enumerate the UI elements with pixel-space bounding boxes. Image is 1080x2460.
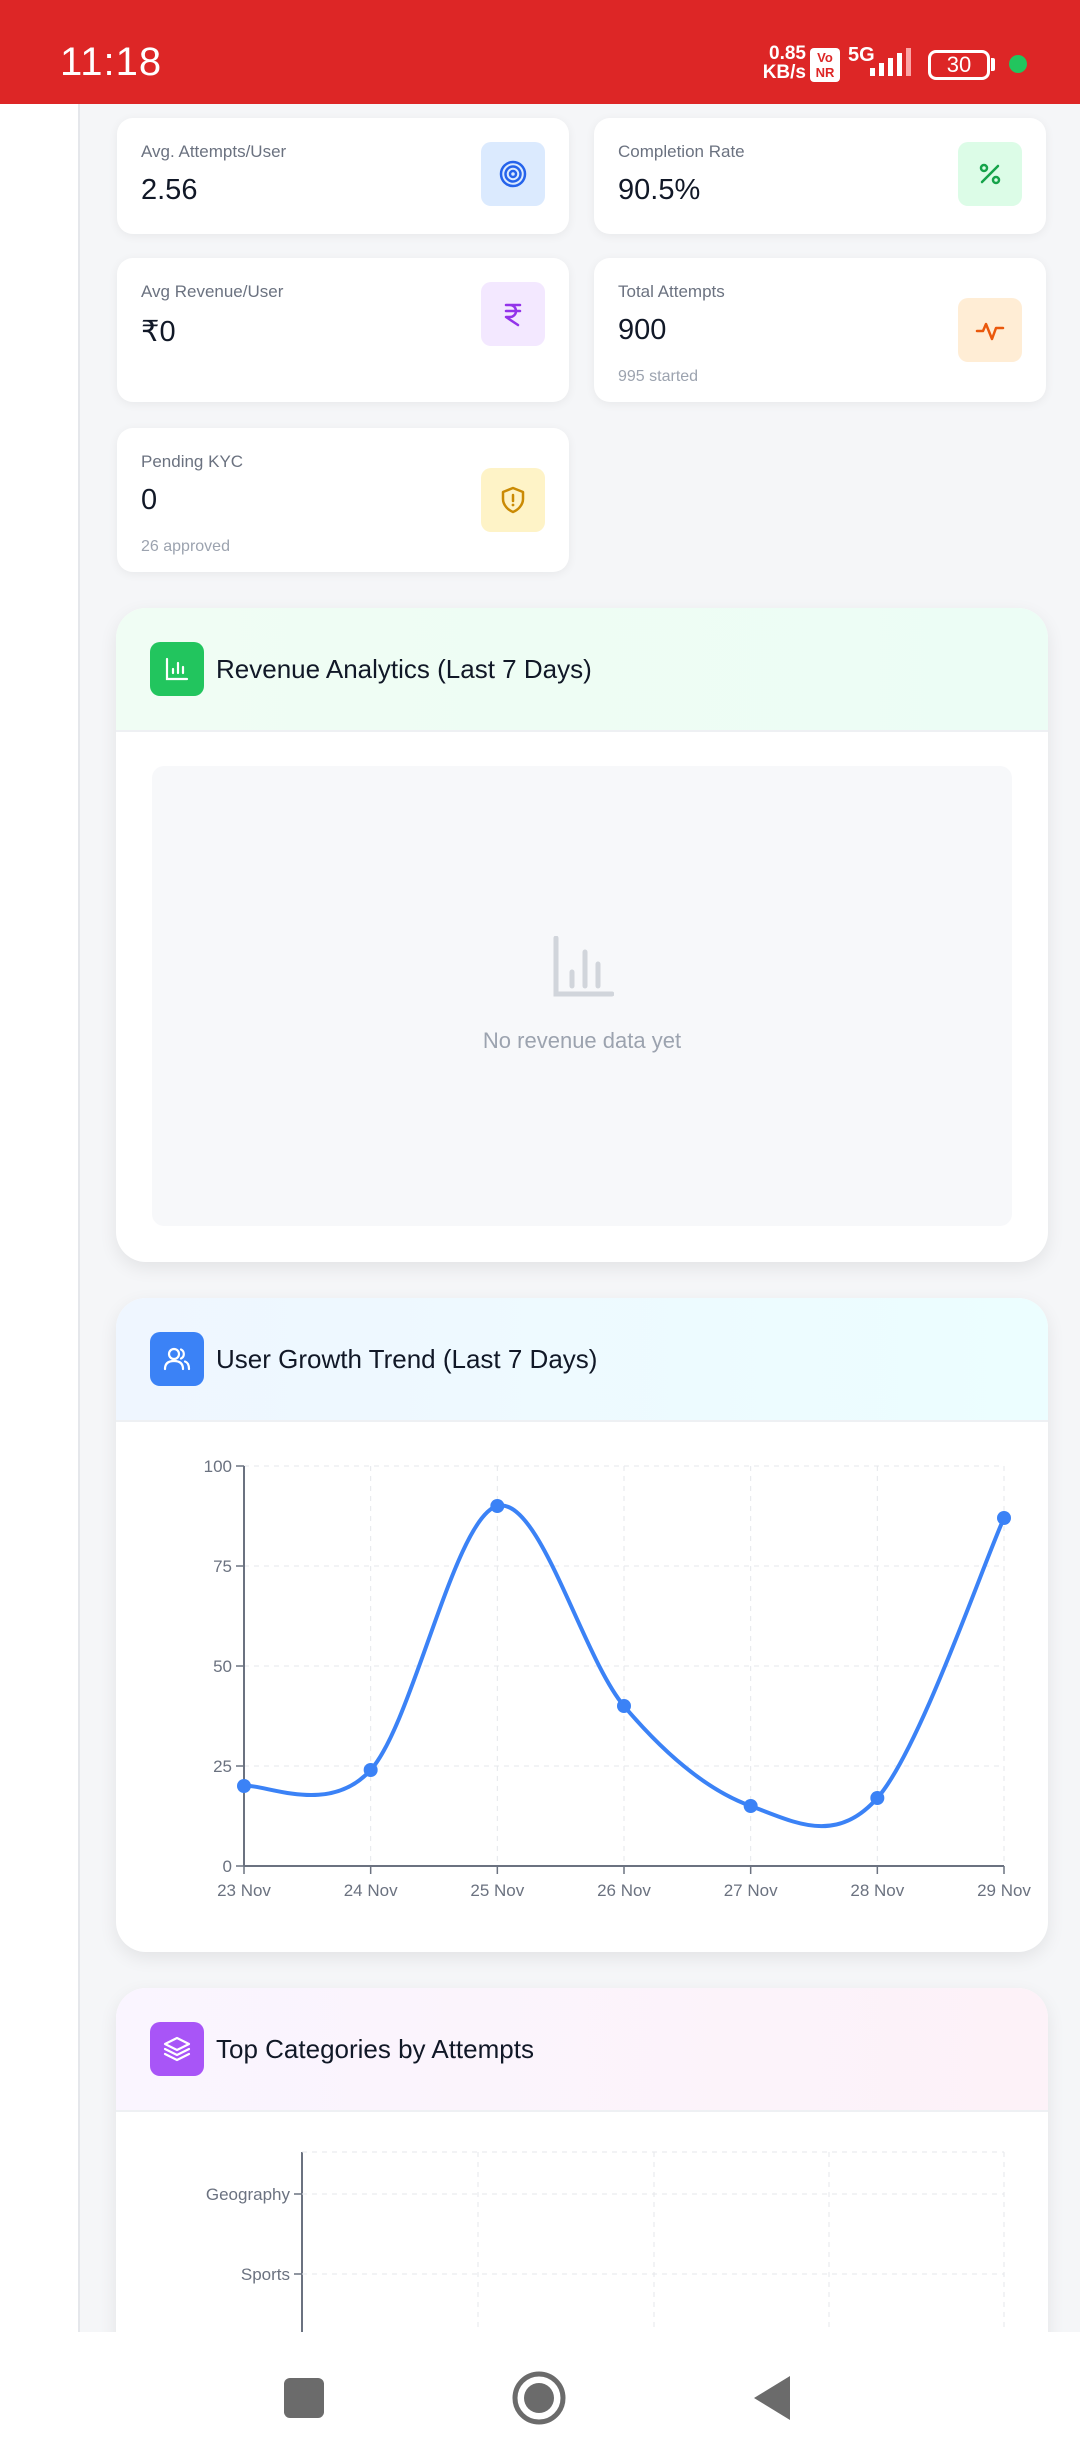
stat-card-avg-revenue: Avg Revenue/User ₹0 — [117, 258, 569, 402]
percent-icon — [958, 142, 1022, 206]
volte-icon: Vo NR — [810, 48, 840, 82]
bar-chart-icon — [150, 642, 204, 696]
data-point — [743, 1799, 758, 1813]
user-growth-card: User Growth Trend (Last 7 Days) 0 25 50 75 1… — [116, 1298, 1048, 1952]
layers-icon — [150, 2022, 204, 2076]
stat-label: Avg Revenue/User — [141, 282, 284, 301]
battery-tip — [991, 58, 995, 71]
stat-label: Completion Rate — [618, 142, 745, 161]
card-title: User Growth Trend (Last 7 Days) — [216, 1344, 598, 1374]
battery-icon: 30 — [928, 50, 990, 80]
stat-value: 2.56 — [141, 174, 198, 206]
x-tick-label: 27 Nov — [724, 1881, 778, 1900]
data-point — [363, 1763, 378, 1777]
empty-state-text: No revenue data yet — [482, 1028, 682, 1053]
data-point — [870, 1791, 885, 1805]
stat-value: ₹0 — [141, 316, 176, 348]
empty-state: No revenue data yet — [152, 766, 1012, 1226]
status-dot — [1009, 55, 1027, 73]
y-tick-label: 25 — [213, 1757, 232, 1776]
recent-apps-button[interactable] — [284, 2378, 324, 2418]
stat-label: Total Attempts — [618, 282, 725, 301]
data-point — [997, 1511, 1011, 1525]
target-icon — [481, 142, 545, 206]
activity-icon — [958, 298, 1022, 362]
stat-value: 900 — [618, 314, 667, 346]
shield-alert-icon — [481, 468, 545, 532]
card-title: Revenue Analytics (Last 7 Days) — [216, 654, 592, 684]
stat-card-pending-kyc: Pending KYC 0 26 approved — [117, 428, 569, 572]
home-button[interactable] — [511, 2370, 567, 2426]
user-growth-chart: 0 25 50 75 100 23 Nov 24 Nov 25 Nov 26 Nov 27 Nov… — [204, 1457, 1032, 1900]
stat-value: 0 — [141, 484, 158, 516]
card-header: Top Categories by Attempts — [116, 1988, 1048, 2112]
y-tick-label: 0 — [223, 1857, 232, 1876]
y-tick-label: 75 — [213, 1557, 232, 1576]
y-tick-label: 50 — [213, 1657, 232, 1676]
card-title: Top Categories by Attempts — [216, 2034, 534, 2064]
card-header: Revenue Analytics (Last 7 Days) — [116, 608, 1048, 732]
data-point — [490, 1499, 505, 1513]
x-tick-label: 26 Nov — [597, 1881, 651, 1900]
stat-sub: 995 started — [618, 368, 699, 385]
y-tick-label: 100 — [204, 1457, 232, 1476]
data-point — [617, 1699, 631, 1713]
back-button[interactable] — [750, 2372, 794, 2424]
stat-label: Pending KYC — [141, 452, 244, 471]
rupee-icon — [481, 282, 545, 346]
signal-icon — [870, 48, 911, 76]
stat-card-completion-rate: Completion Rate 90.5% — [594, 118, 1046, 234]
stat-sub: 26 approved — [141, 538, 230, 555]
revenue-analytics-card: Revenue Analytics (Last 7 Days) No reven… — [116, 608, 1048, 1262]
status-time: 11:18 — [60, 40, 163, 84]
navigation-bar — [0, 2332, 1080, 2460]
users-icon — [150, 1332, 204, 1386]
x-tick-label: 25 Nov — [470, 1881, 524, 1900]
side-panel — [0, 104, 80, 2332]
stat-value: 90.5% — [618, 174, 701, 206]
stat-label: Avg. Attempts/User — [141, 142, 287, 161]
category-label: Geography — [206, 2185, 291, 2204]
x-tick-label: 28 Nov — [850, 1881, 904, 1900]
x-tick-label: 24 Nov — [344, 1881, 398, 1900]
category-label: Sports — [241, 2265, 290, 2284]
card-header: User Growth Trend (Last 7 Days) — [116, 1298, 1048, 1422]
status-bar: 11:18 0.85 KB/s Vo NR 5G 30 — [0, 0, 1080, 104]
data-point — [237, 1779, 251, 1793]
bar-chart-empty-icon — [553, 936, 614, 997]
stat-card-total-attempts: Total Attempts 900 995 started — [594, 258, 1046, 402]
x-tick-label: 23 Nov — [217, 1881, 271, 1900]
network-speed: 0.85 KB/s — [762, 43, 806, 83]
x-tick-label: 29 Nov — [977, 1881, 1031, 1900]
stat-card-avg-attempts: Avg. Attempts/User 2.56 — [117, 118, 569, 234]
